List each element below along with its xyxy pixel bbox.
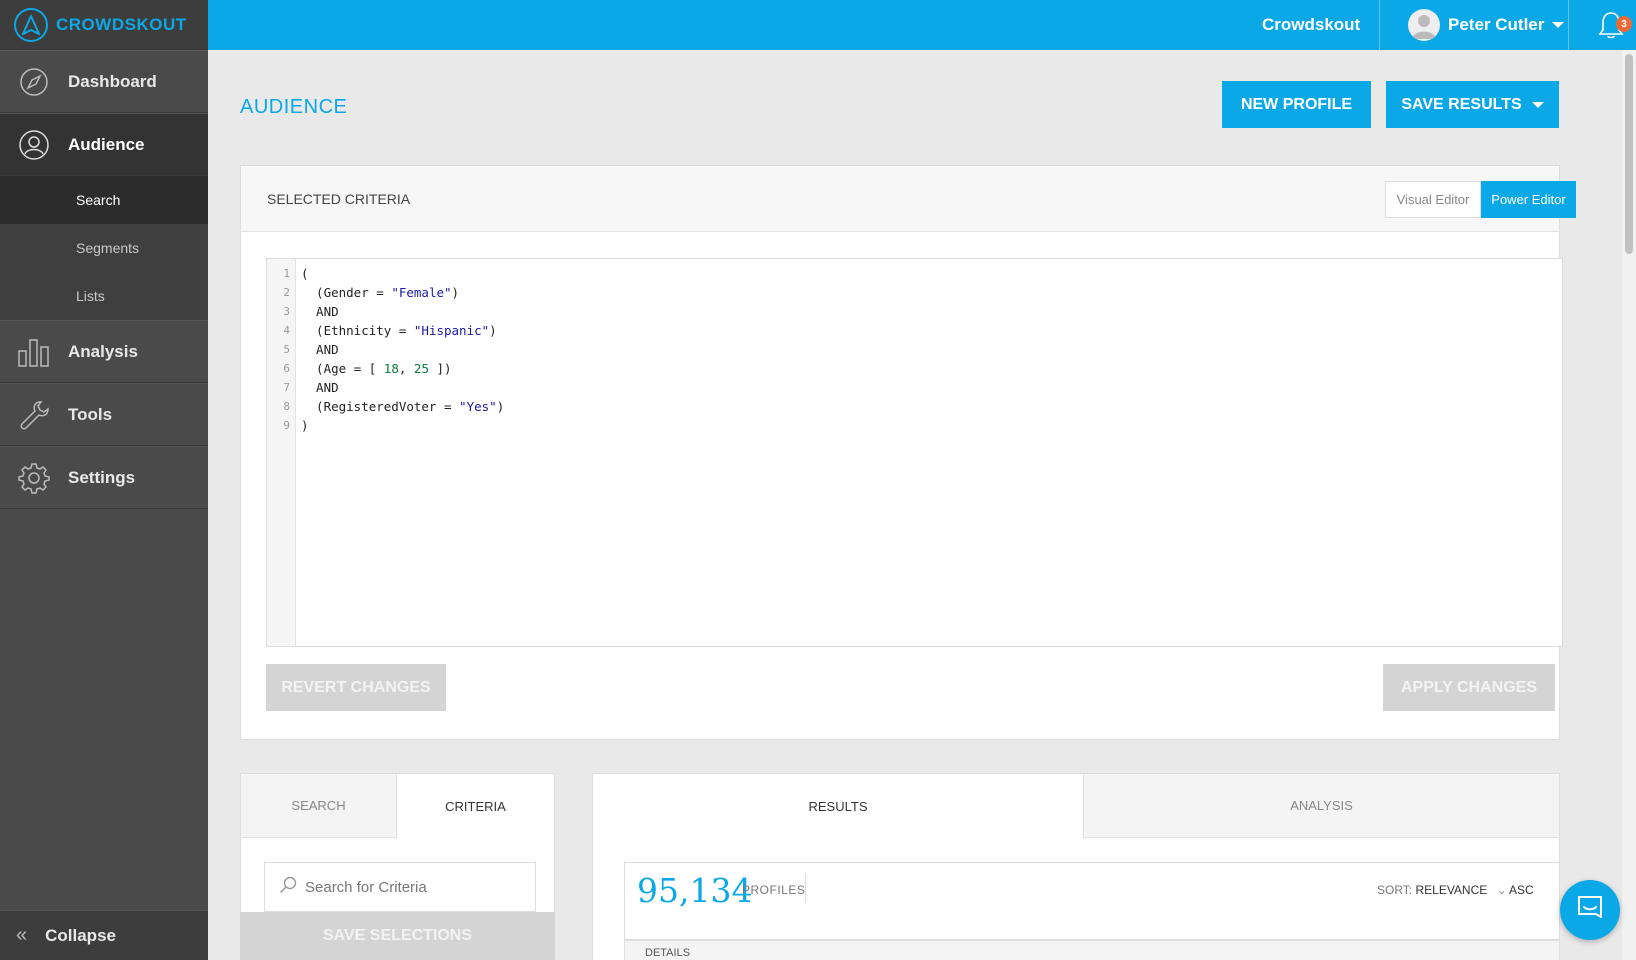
sidebar-item-label: Settings: [68, 467, 136, 487]
scrollbar-thumb[interactable]: [1625, 54, 1633, 254]
code-line: AND: [301, 304, 339, 319]
sort-value: RELEVANCE: [1415, 883, 1488, 897]
visual-editor-toggle[interactable]: Visual Editor: [1385, 181, 1481, 218]
line-number: 8: [283, 400, 290, 413]
code-line: (: [301, 266, 309, 281]
selected-criteria-panel: SELECTED CRITERIA Visual Editor Power Ed…: [240, 165, 1576, 740]
sidebar-item-tools[interactable]: Tools: [0, 383, 208, 446]
sidebar-item-label: Dashboard: [68, 71, 157, 91]
compass-icon: [0, 67, 68, 97]
sidebar: CROWDSKOUT Dashboard Audience Search Seg…: [0, 0, 208, 960]
line-number: 7: [283, 381, 290, 394]
code-line: (Age = [ 18, 25 ]): [301, 361, 452, 376]
tab-results[interactable]: RESULTS: [593, 774, 1083, 838]
subnav-item-segments[interactable]: Segments: [0, 224, 208, 272]
line-number: 4: [283, 324, 290, 337]
chat-icon: [1576, 895, 1604, 926]
users-icon: [0, 129, 68, 161]
avatar: [1408, 9, 1440, 41]
new-profile-label: NEW PROFILE: [1240, 95, 1353, 113]
sidebar-item-settings[interactable]: Settings: [0, 446, 208, 509]
profile-count: 95,134: [637, 871, 753, 910]
top-brand[interactable]: Crowdskout: [1262, 0, 1360, 50]
logo-icon: [14, 7, 48, 42]
code-line: (Gender = "Female"): [301, 285, 460, 300]
panel-title: SELECTED CRITERIA: [267, 191, 411, 207]
sidebar-item-label: Analysis: [68, 341, 138, 361]
sidebar-item-audience[interactable]: Audience: [0, 113, 208, 176]
tab-search[interactable]: SEARCH: [241, 774, 397, 838]
sidebar-item-label: Tools: [68, 404, 113, 424]
page-title: AUDIENCE: [240, 96, 348, 118]
collapse-button[interactable]: « Collapse: [0, 910, 208, 960]
apply-changes-button[interactable]: APPLY CHANGES: [1383, 664, 1555, 711]
chevron-down-icon: [1552, 22, 1565, 28]
double-chevron-left-icon: «: [16, 924, 28, 946]
line-number: 2: [283, 286, 290, 299]
gear-icon: [0, 462, 68, 494]
details-header: DETAILS: [624, 940, 1560, 960]
topbar: Crowdskout Peter Cutler 3: [208, 0, 1636, 50]
audience-subnav: Search Segments Lists: [0, 176, 208, 320]
divider: [805, 873, 806, 903]
code-line: (Ethnicity = "Hispanic"): [301, 323, 497, 338]
code-line: AND: [301, 342, 339, 357]
divider: [1568, 0, 1569, 50]
wrench-icon: [0, 399, 68, 431]
sort-order-toggle[interactable]: ASC: [1509, 883, 1534, 897]
chevron-down-icon: [1531, 101, 1544, 108]
save-results-button[interactable]: SAVE RESULTS: [1386, 81, 1559, 128]
user-name: Peter Cutler: [1448, 15, 1545, 34]
panel-header: SELECTED CRITERIA Visual Editor Power Ed…: [241, 166, 1576, 232]
logo-text: CROWDSKOUT: [56, 14, 187, 34]
power-editor-toggle[interactable]: Power Editor: [1481, 181, 1576, 218]
save-results-label: SAVE RESULTS: [1401, 95, 1522, 113]
search-criteria-field[interactable]: [264, 862, 536, 912]
sidebar-item-label: Audience: [68, 134, 145, 154]
sidebar-item-analysis[interactable]: Analysis: [0, 320, 208, 383]
logo[interactable]: CROWDSKOUT: [0, 0, 208, 50]
tab-analysis[interactable]: ANALYSIS: [1083, 774, 1559, 838]
code-line: (RegisteredVoter = "Yes"): [301, 399, 505, 414]
line-number: 6: [283, 362, 290, 375]
line-number: 9: [283, 419, 290, 432]
chevron-down-icon: ⌄: [1496, 883, 1507, 897]
subnav-item-search[interactable]: Search: [0, 176, 208, 224]
code-editor[interactable]: 1 2 3 4 5 6 7 8 9 ( (Gender = "Female") …: [266, 258, 1563, 647]
line-number: 1: [283, 267, 290, 280]
results-summary-bar: 95,134 PROFILES SORT: RELEVANCE ⌄ ASC: [624, 862, 1560, 940]
chat-launcher-button[interactable]: [1560, 880, 1620, 940]
code-line: ): [301, 418, 309, 433]
user-menu[interactable]: Peter Cutler: [1408, 9, 1565, 41]
line-gutter: 1 2 3 4 5 6 7 8 9: [267, 259, 296, 646]
bar-chart-icon: [0, 337, 68, 367]
save-selections-button[interactable]: SAVE SELECTIONS: [240, 912, 555, 960]
line-number: 3: [283, 305, 290, 318]
search-input[interactable]: [305, 878, 525, 896]
revert-changes-button[interactable]: REVERT CHANGES: [266, 664, 446, 711]
details-label: DETAILS: [645, 947, 691, 959]
sidebar-item-dashboard[interactable]: Dashboard: [0, 50, 208, 113]
new-profile-button[interactable]: NEW PROFILE: [1222, 81, 1371, 128]
line-number: 5: [283, 343, 290, 356]
sort-label: SORT:: [1377, 883, 1413, 897]
code-line: AND: [301, 380, 339, 395]
notification-badge: 3: [1616, 16, 1632, 32]
tab-criteria[interactable]: CRITERIA: [397, 774, 554, 838]
profile-count-label: PROFILES: [742, 883, 806, 897]
collapse-label: Collapse: [45, 925, 116, 945]
sort-dropdown[interactable]: SORT: RELEVANCE ⌄: [1377, 883, 1507, 897]
divider: [1379, 0, 1380, 50]
subnav-item-lists[interactable]: Lists: [0, 272, 208, 320]
search-icon: [279, 876, 297, 899]
